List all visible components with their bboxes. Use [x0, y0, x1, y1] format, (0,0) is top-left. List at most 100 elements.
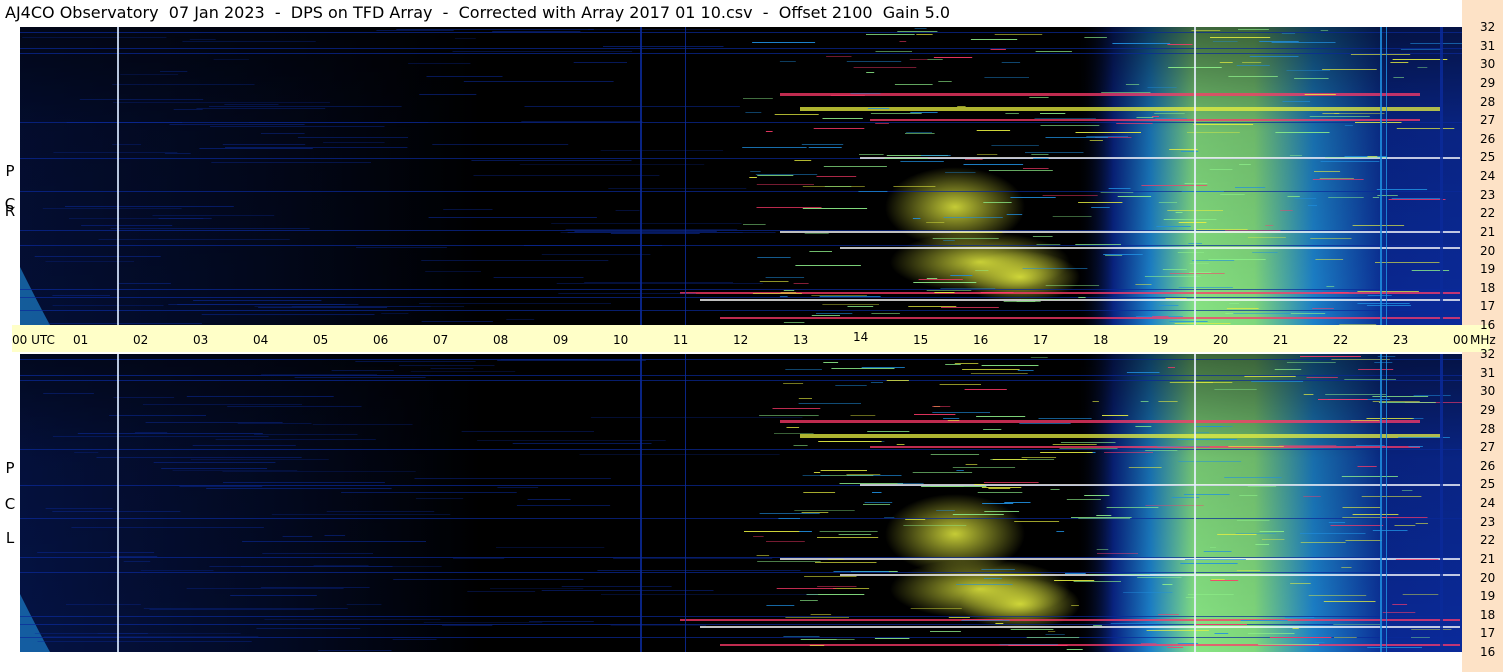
emission-speckle — [765, 277, 805, 278]
noise-streak — [140, 570, 214, 571]
band-line — [20, 557, 1462, 558]
emission-speckle — [778, 518, 800, 519]
emission-speckle — [872, 492, 882, 493]
emission-speckle — [816, 313, 853, 314]
emission-speckle — [1135, 426, 1152, 427]
rfi-band — [700, 626, 1460, 628]
noise-streak — [443, 209, 493, 210]
band-line — [20, 191, 1462, 192]
emission-speckle — [938, 81, 952, 82]
frequency-tick-label: 20 — [1480, 570, 1496, 585]
emission-speckle — [1210, 547, 1216, 548]
emission-speckle — [850, 415, 876, 416]
emission-speckle — [1178, 222, 1207, 223]
noise-streak — [201, 314, 375, 315]
emission-speckle — [1219, 62, 1233, 63]
emission-speckle — [1413, 395, 1451, 396]
emission-speckle — [1281, 33, 1296, 34]
emission-speckle — [802, 208, 868, 209]
emission-speckle — [1334, 113, 1385, 114]
noise-streak — [215, 439, 376, 440]
noise-streak — [196, 108, 326, 109]
rfi-band — [780, 558, 1460, 560]
time-marker-line — [117, 354, 119, 652]
emission-speckle — [1410, 43, 1462, 44]
polarization-letter: P — [5, 162, 15, 180]
noise-streak — [145, 422, 283, 423]
emission-speckle — [1238, 29, 1269, 30]
noise-streak — [110, 228, 310, 229]
emission-speckle — [1312, 308, 1334, 309]
emission-speckle — [982, 503, 1014, 504]
noise-streak — [473, 175, 660, 176]
time-tick-label: 23 — [1393, 333, 1409, 347]
emission-speckle — [964, 389, 1007, 390]
emission-speckle — [1344, 379, 1396, 380]
emission-speckle — [1155, 111, 1178, 112]
time-marker-line — [1194, 354, 1196, 652]
emission-speckle — [1396, 128, 1455, 129]
emission-speckle — [965, 159, 983, 160]
band-line — [20, 48, 1462, 49]
emission-speckle — [1144, 276, 1201, 277]
emission-speckle — [1380, 517, 1428, 518]
emission-speckle — [1101, 92, 1151, 93]
emission-speckle — [948, 617, 970, 618]
emission-speckle — [1147, 87, 1177, 88]
emission-speckle — [1328, 197, 1364, 198]
time-tick-label: 18 — [1093, 333, 1109, 347]
emission-speckle — [1056, 531, 1065, 532]
frequency-tick-label: 22 — [1480, 533, 1496, 548]
emission-speckle — [1066, 499, 1101, 500]
time-marker-line — [1380, 27, 1382, 325]
emission-speckle — [1294, 198, 1317, 199]
noise-streak — [109, 415, 206, 416]
time-tick-label: 11 — [673, 333, 689, 347]
emission-speckle — [1103, 254, 1143, 255]
emission-speckle — [1271, 42, 1336, 43]
emission-speckle — [1342, 517, 1387, 518]
emission-speckle — [783, 290, 795, 291]
emission-speckle — [1050, 489, 1060, 490]
emission-speckle — [943, 240, 955, 241]
noise-streak — [52, 511, 181, 512]
emission-speckle — [1225, 230, 1281, 231]
emission-speckle — [823, 362, 839, 363]
emission-speckle — [1084, 495, 1110, 496]
emission-speckle — [824, 186, 852, 187]
emission-speckle — [916, 34, 933, 35]
emission-speckle — [943, 418, 960, 419]
emission-speckle — [1376, 189, 1428, 190]
emission-speckle — [866, 72, 875, 73]
time-tick-label: 21 — [1273, 333, 1289, 347]
emission-speckle — [1314, 642, 1325, 643]
frequency-tick-label: 31 — [1480, 365, 1496, 380]
noise-streak — [149, 609, 315, 610]
emission-speckle — [1244, 376, 1296, 377]
frequency-tick-label: 16 — [1480, 645, 1496, 659]
emission-speckle — [1345, 540, 1382, 541]
emission-speckle — [884, 517, 895, 518]
emission-speckle — [795, 265, 861, 266]
emission-speckle — [1137, 577, 1182, 578]
noise-streak — [260, 587, 370, 588]
emission-speckle — [823, 166, 887, 167]
emission-speckle — [1154, 113, 1185, 114]
noise-streak — [579, 454, 780, 455]
emission-speckle — [1341, 567, 1352, 568]
emission-speckle — [899, 41, 907, 42]
emission-speckle — [1116, 123, 1153, 124]
emission-speckle — [1361, 496, 1422, 497]
emission-speckle — [983, 482, 1039, 483]
emission-speckle — [810, 614, 832, 615]
emission-speckle — [1031, 154, 1049, 155]
emission-speckle — [1167, 367, 1175, 368]
emission-speckle — [1189, 263, 1209, 264]
emission-speckle — [867, 108, 890, 109]
time-marker-line — [685, 27, 686, 325]
frequency-unit-label: MHz — [1470, 333, 1496, 347]
lcp-side-label: P C L — [0, 354, 20, 652]
chart-title: AJ4CO Observatory 07 Jan 2023 - DPS on T… — [5, 3, 951, 22]
emission-speckle — [1417, 67, 1428, 68]
emission-speckle — [950, 232, 1003, 233]
